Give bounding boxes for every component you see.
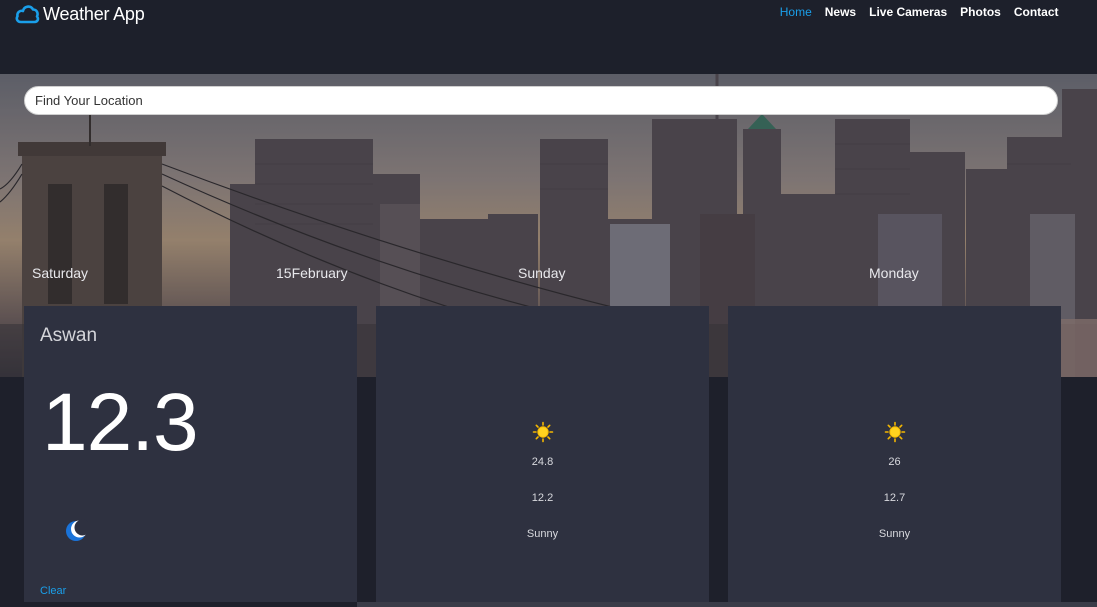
today-date-label: 15February <box>276 265 348 281</box>
forecast-condition: Sunny <box>878 528 911 540</box>
forecast-day-label-2: Monday <box>869 265 919 281</box>
today-weather-card: Aswan 12.3 Clear <box>24 306 357 602</box>
forecast-day-label-1: Sunday <box>518 265 566 281</box>
nav-home[interactable]: Home <box>773 5 818 19</box>
brand-link[interactable]: Weather App <box>14 1 145 27</box>
app-title: Weather App <box>43 3 145 24</box>
today-day-label: Saturday <box>32 265 89 281</box>
moon-icon <box>66 519 88 541</box>
main-nav: Home News Live Cameras Photos Contact <box>773 5 1065 19</box>
navbar: Weather App Home News Live Cameras Photo… <box>0 0 1097 74</box>
forecast-min-temp: 12.2 <box>531 492 554 504</box>
bottom-divider <box>357 602 1097 607</box>
nav-live-cameras[interactable]: Live Cameras <box>863 5 954 19</box>
nav-news[interactable]: News <box>818 5 862 19</box>
nav-contact[interactable]: Contact <box>1007 5 1065 19</box>
forecast-card-1: 24.8 12.2 Sunny <box>376 306 709 602</box>
forecast-min-temp: 12.7 <box>883 492 906 504</box>
sun-icon <box>884 421 906 443</box>
forecast-max-temp: 26 <box>888 456 901 468</box>
city-name: Aswan <box>40 325 98 346</box>
cloud-icon <box>15 5 40 24</box>
forecast-max-temp: 24.8 <box>531 456 554 468</box>
search-location-input[interactable] <box>24 86 1058 115</box>
forecast-card-2: 26 12.7 Sunny <box>728 306 1061 602</box>
forecast-condition: Sunny <box>526 528 559 540</box>
current-temperature: 12.3 <box>42 377 199 468</box>
condition-text[interactable]: Clear <box>40 585 66 597</box>
sun-icon <box>532 421 554 443</box>
nav-photos[interactable]: Photos <box>954 5 1008 19</box>
